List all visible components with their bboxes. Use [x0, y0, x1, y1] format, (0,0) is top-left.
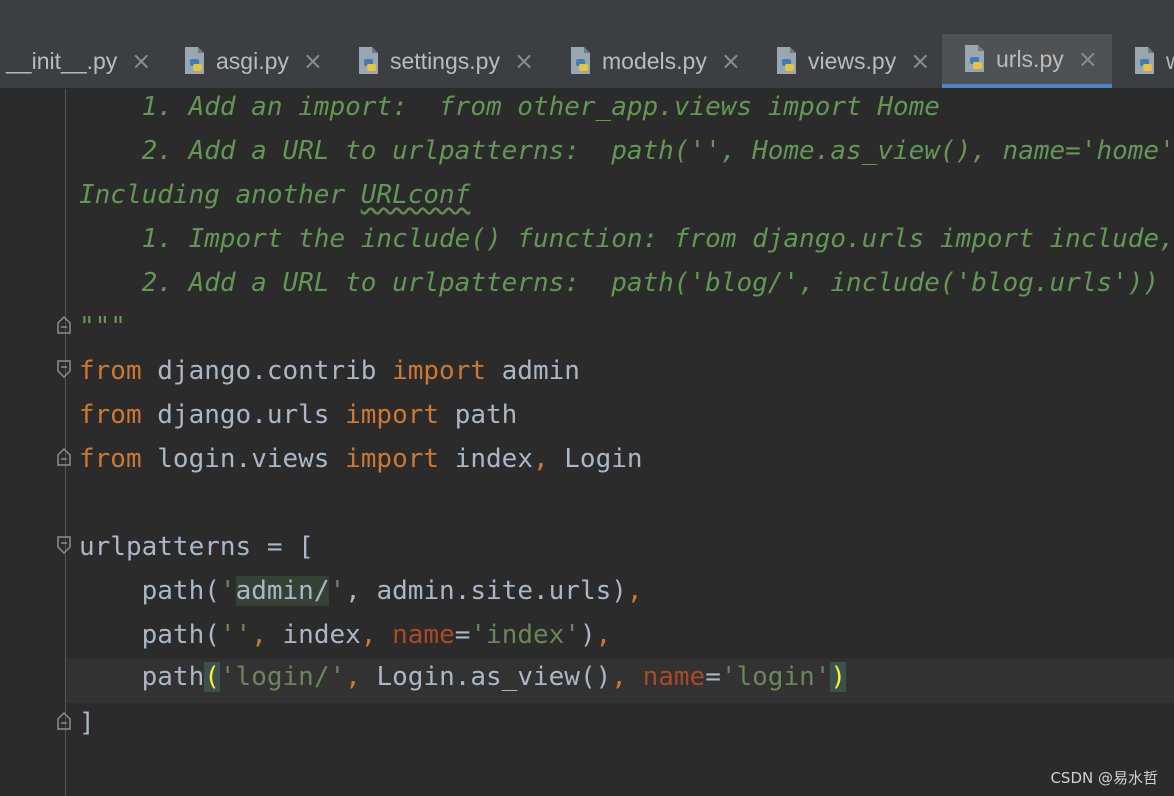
close-icon[interactable]: ×	[131, 47, 151, 75]
python-file-icon	[962, 44, 988, 74]
watermark: CSDN @易水哲	[1050, 769, 1158, 787]
tab-w[interactable]: w	[1118, 34, 1174, 88]
fold-end-icon[interactable]	[56, 711, 72, 730]
fold-start-icon[interactable]	[56, 360, 72, 379]
tab-urls-py[interactable]: urls.py ×	[942, 34, 1112, 88]
code-line: urlpatterns = [	[79, 532, 314, 562]
close-icon[interactable]: ×	[910, 47, 930, 75]
python-file-icon	[356, 46, 382, 76]
tab-label: models.py	[602, 47, 707, 74]
code-line: 1. Import the include() function: from d…	[79, 224, 1174, 254]
matched-brace: (	[204, 662, 220, 692]
python-file-icon	[182, 46, 208, 76]
code-line: from django.urls import path	[79, 400, 518, 430]
code-line: from django.contrib import admin	[79, 356, 580, 386]
code-line: 2. Add a URL to urlpatterns: path('', Ho…	[79, 136, 1174, 166]
tab-label: urls.py	[996, 45, 1064, 72]
tab-init-py[interactable]: __init__.py ×	[0, 34, 162, 88]
tab-label: __init__.py	[6, 47, 118, 74]
current-line: path('login/', Login.as_view(), name='lo…	[66, 659, 1174, 703]
python-file-icon	[1132, 46, 1158, 76]
code-line: from login.views import index, Login	[79, 444, 643, 474]
code-line: path('', index, name='index'),	[141, 620, 612, 650]
close-icon[interactable]: ×	[721, 47, 741, 75]
spellcheck-squiggle: URLconf	[360, 180, 471, 210]
code-line: path('admin/', admin.site.urls),	[141, 576, 643, 606]
tab-label: w	[1166, 48, 1174, 75]
code-line: Including another URLconf	[79, 180, 471, 210]
close-icon[interactable]: ×	[514, 47, 534, 75]
fold-start-icon[interactable]	[56, 536, 72, 555]
tab-asgi-py[interactable]: asgi.py ×	[168, 34, 340, 88]
code-line: ]	[79, 708, 95, 738]
tab-label: asgi.py	[216, 47, 289, 74]
code-editor[interactable]: 1. Add an import: from other_app.views i…	[0, 89, 1174, 796]
close-icon[interactable]: ×	[303, 47, 323, 75]
code-line: 2. Add a URL to urlpatterns: path('blog/…	[79, 268, 1160, 298]
code-line: """	[79, 312, 126, 342]
editor-tab-bar: __init__.py × asgi.py × settings.py × mo…	[0, 34, 1174, 89]
tab-label: views.py	[808, 47, 897, 74]
python-file-icon	[568, 46, 594, 76]
fold-end-icon[interactable]	[56, 447, 72, 466]
selection-highlight: admin/	[235, 576, 330, 606]
code-line: 1. Add an import: from other_app.views i…	[79, 92, 940, 122]
matched-brace: )	[830, 662, 847, 692]
python-file-icon	[774, 46, 800, 76]
title-bar	[0, 0, 1174, 34]
tab-settings-py[interactable]: settings.py ×	[342, 34, 552, 88]
tab-models-py[interactable]: models.py ×	[554, 34, 758, 88]
fold-end-icon[interactable]	[56, 315, 72, 334]
close-icon[interactable]: ×	[1078, 45, 1098, 73]
tab-views-py[interactable]: views.py ×	[760, 34, 942, 88]
tab-label: settings.py	[390, 47, 500, 74]
